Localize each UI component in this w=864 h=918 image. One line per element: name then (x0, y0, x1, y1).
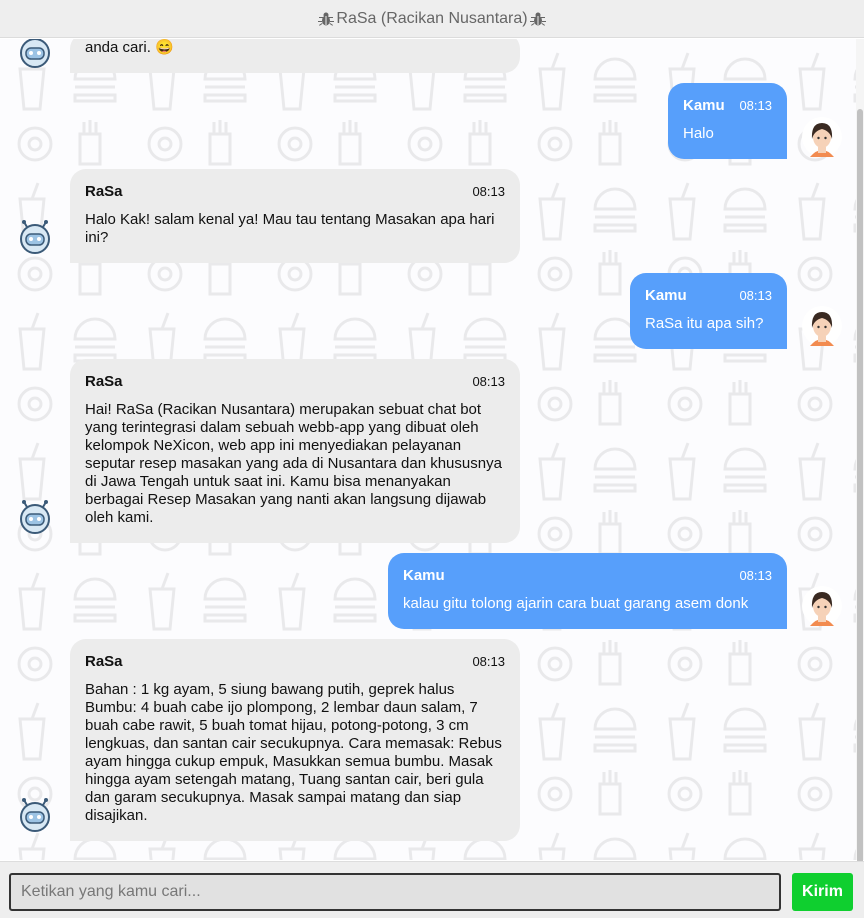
chat-scrollbar[interactable] (856, 39, 864, 869)
bot-message: RaSa 08:13 Bahan : 1 kg ayam, 5 siung baw… (70, 639, 520, 841)
message-time: 08:13 (472, 184, 505, 199)
message-text: kalau gitu tolong ajarin cara buat garan… (403, 595, 749, 612)
user-message: Kamu 08:13 RaSa itu apa sih? (630, 273, 787, 349)
chat-title: RaSa (Racikan Nusantara) (336, 9, 528, 27)
chat-header: RaSa (Racikan Nusantara) (0, 0, 864, 38)
message-time: 08:13 (739, 568, 772, 583)
scrollbar-thumb[interactable] (857, 109, 863, 869)
message-time: 08:13 (472, 654, 505, 669)
sender-name: RaSa (85, 183, 123, 200)
bot-avatar-icon (20, 500, 50, 534)
user-avatar-icon (802, 586, 842, 626)
message-text: anda cari. 😄 (85, 39, 174, 56)
bot-avatar-icon (20, 798, 50, 832)
sender-name: Kamu (645, 287, 687, 304)
send-button[interactable]: Kirim (792, 873, 853, 911)
bot-message: RaSa 08:13 Hai! RaSa (Racikan Nusantara) … (70, 359, 520, 543)
sender-name: Kamu (403, 567, 445, 584)
message-time: 08:13 (739, 288, 772, 303)
bot-avatar-icon (20, 39, 50, 68)
bot-avatar-icon (20, 220, 50, 254)
message-input-bar: Kirim (0, 861, 864, 918)
bot-message: anda cari. 😄 (70, 39, 520, 73)
user-message: Kamu 08:13 Halo (668, 83, 787, 159)
bot-message: RaSa 08:13 Halo Kak! salam kenal ya! Mau … (70, 169, 520, 263)
message-text: Halo Kak! salam kenal ya! Mau tau tentan… (85, 211, 495, 246)
user-avatar-icon (802, 117, 842, 157)
message-text: Bahan : 1 kg ayam, 5 siung bawang putih,… (85, 681, 502, 824)
sender-name: RaSa (85, 653, 123, 670)
message-text: Halo (683, 125, 714, 142)
user-avatar-icon (802, 306, 842, 346)
sender-name: RaSa (85, 373, 123, 390)
bug-icon (529, 12, 546, 26)
message-text: Hai! RaSa (Racikan Nusantara) merupakan … (85, 401, 502, 526)
message-text: RaSa itu apa sih? (645, 315, 764, 332)
message-time: 08:13 (472, 374, 505, 389)
chat-area[interactable]: anda cari. 😄 Kamu 08:13 Halo RaSa 08:13 Ha… (0, 39, 864, 860)
sender-name: Kamu (683, 97, 725, 114)
message-time: 08:13 (739, 98, 772, 113)
bug-icon (318, 12, 335, 26)
message-input[interactable] (9, 873, 781, 911)
user-message: Kamu 08:13 kalau gitu tolong ajarin cara … (388, 553, 787, 629)
